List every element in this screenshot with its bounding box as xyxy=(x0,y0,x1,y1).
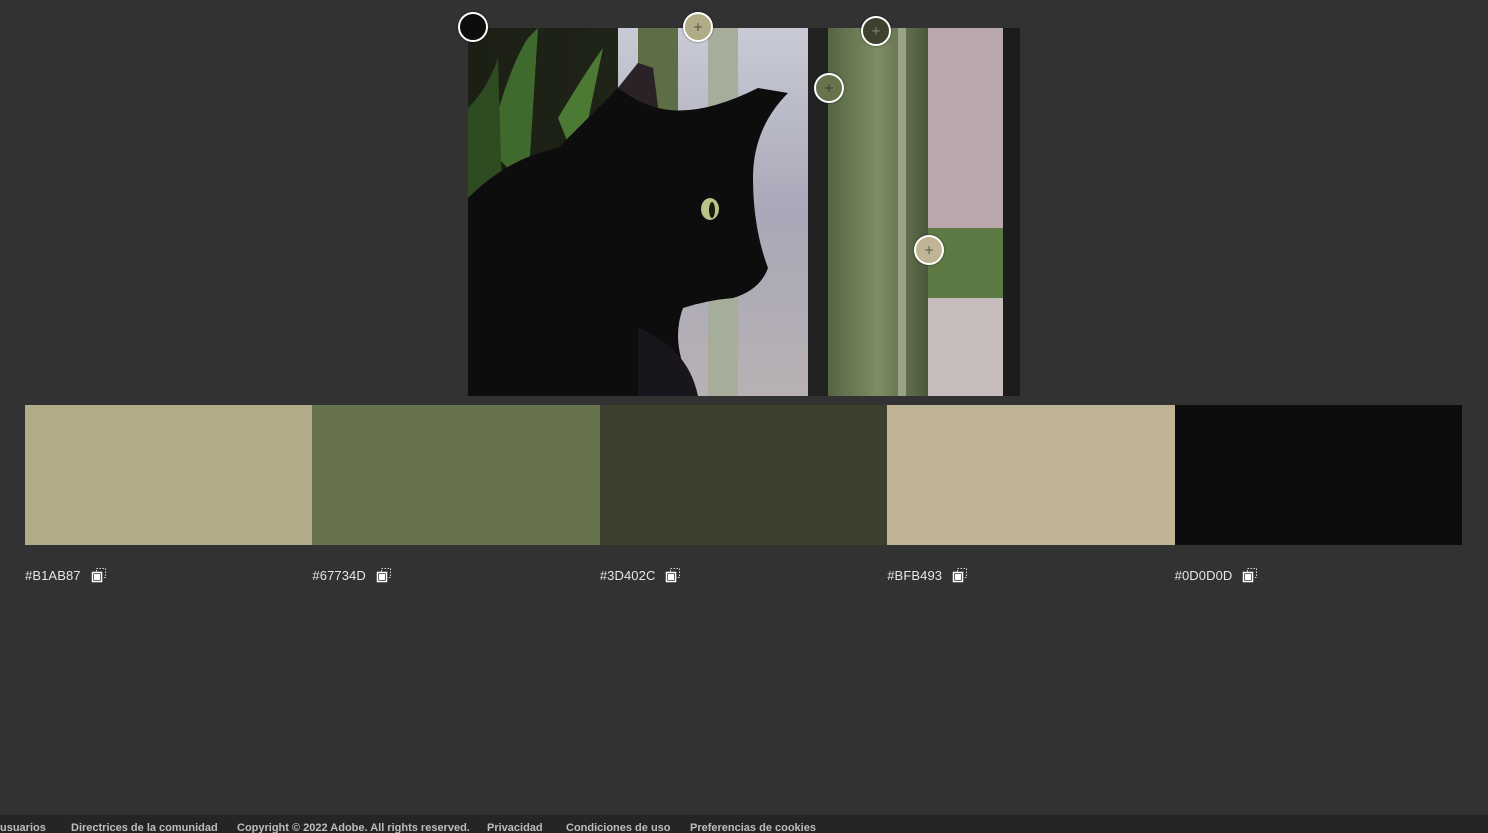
source-photo xyxy=(468,28,1020,396)
hex-code: #B1AB87 xyxy=(25,567,81,583)
plus-icon: + xyxy=(870,23,882,38)
hex-cell-4: #BFB493 xyxy=(887,565,1174,585)
swatch-4[interactable] xyxy=(887,405,1175,545)
hex-cell-3: #3D402C xyxy=(600,565,887,585)
footer-link-cookie-preferences[interactable]: Preferencias de cookies xyxy=(690,822,816,833)
footer-link-privacy[interactable]: Privacidad xyxy=(487,822,543,833)
plus-icon: + xyxy=(823,80,835,95)
color-picker-4[interactable]: + xyxy=(814,73,844,103)
copy-icon[interactable] xyxy=(376,567,392,583)
copy-icon[interactable] xyxy=(952,567,968,583)
hex-cell-1: #B1AB87 xyxy=(25,565,312,585)
plus-icon: + xyxy=(923,242,935,257)
hex-cell-2: #67734D xyxy=(312,565,599,585)
hex-code: #3D402C xyxy=(599,567,656,583)
hex-cell-5: #0D0D0D xyxy=(1175,565,1462,585)
hex-code: #67734D xyxy=(312,567,366,583)
swatch-1[interactable] xyxy=(25,405,313,545)
footer-copyright: Copyright © 2022 Adobe. All rights reser… xyxy=(237,822,470,833)
copy-icon[interactable] xyxy=(1242,567,1258,583)
color-picker-5[interactable]: + xyxy=(914,235,944,265)
copy-icon[interactable] xyxy=(665,567,681,583)
hex-code: #BFB493 xyxy=(887,567,943,583)
footer-link-community-guidelines[interactable]: Directrices de la comunidad xyxy=(71,822,218,833)
footer-link-terms[interactable]: Condiciones de uso xyxy=(566,822,671,833)
hex-code-row: #B1AB87 #67734D #3D402C #BFB493 #0D0D0D xyxy=(25,565,1462,585)
plus-icon: + xyxy=(692,19,704,34)
hex-code: #0D0D0D xyxy=(1174,567,1233,583)
swatch-3[interactable] xyxy=(599,405,888,545)
footer-link-users[interactable]: usuarios xyxy=(0,822,46,833)
color-palette xyxy=(25,405,1463,545)
color-picker-1[interactable] xyxy=(458,12,488,42)
swatch-2[interactable] xyxy=(312,405,600,545)
copy-icon[interactable] xyxy=(91,567,107,583)
color-picker-2[interactable]: + xyxy=(683,12,713,42)
color-picker-3[interactable]: + xyxy=(861,16,891,46)
swatch-5[interactable] xyxy=(1174,405,1463,545)
footer: usuarios Directrices de la comunidad Cop… xyxy=(0,815,1488,833)
